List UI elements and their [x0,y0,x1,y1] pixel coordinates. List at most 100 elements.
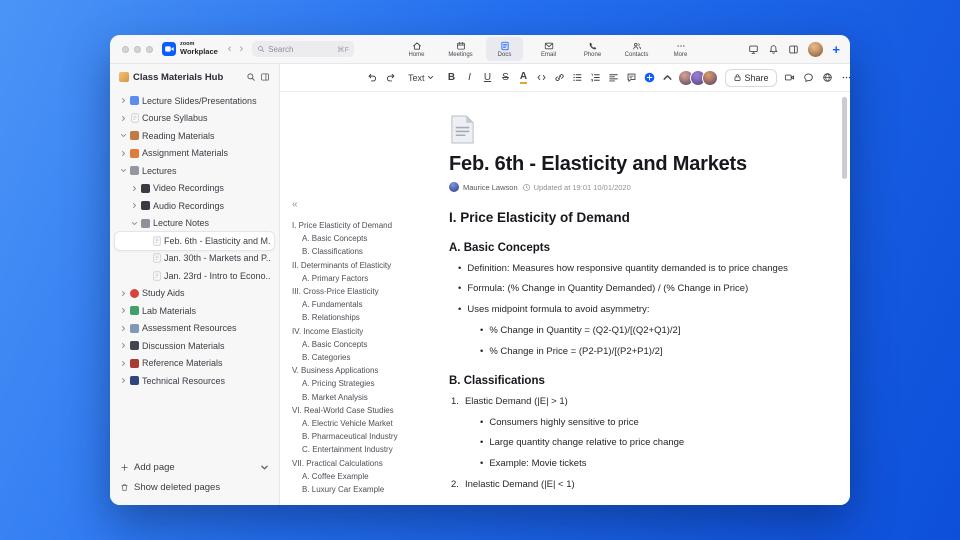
outline-item[interactable]: II. Determinants of Elasticity [292,259,444,272]
chevron-right-icon[interactable] [119,290,127,297]
doc-bullet[interactable]: • Example: Movie tickets [449,458,829,470]
video-icon[interactable] [784,72,795,83]
sidebar-item-reading-materials[interactable]: Reading Materials [115,127,274,145]
outline-item[interactable]: A. Electric Vehicle Market [292,417,444,430]
show-deleted-pages-button[interactable]: Show deleted pages [120,482,269,493]
bold-button[interactable]: B [444,69,460,86]
sidebar-panel-toggle-icon[interactable] [260,72,270,82]
add-page-button[interactable]: Add page [120,462,269,473]
bulleted-list-icon[interactable] [570,69,586,86]
share-button[interactable]: Share [724,68,777,87]
outline-item[interactable]: A. Basic Concepts [292,232,444,245]
outline-item[interactable]: A. Pricing Strategies [292,377,444,390]
insert-button[interactable] [642,69,658,86]
tab-contacts[interactable]: Contacts [618,37,655,61]
collapse-button[interactable] [660,69,676,86]
chevron-down-icon[interactable] [130,220,138,227]
outline-item[interactable]: III. Cross-Price Elasticity [292,285,444,298]
sidebar-item-assignment-materials[interactable]: Assignment Materials [115,145,274,163]
undo-button[interactable] [364,69,380,86]
chevron-right-icon[interactable] [119,115,127,122]
outline-item[interactable]: B. Luxury Car Example [292,483,444,496]
outline-item[interactable]: C. Entertainment Industry [292,443,444,456]
sidebar-item-feb-6th-elasticity-and-m[interactable]: Feb. 6th - Elasticity and M... [115,232,274,250]
chevron-right-icon[interactable] [119,307,127,314]
tab-meetings[interactable]: Meetings [442,37,479,61]
outline-item[interactable]: I. Price Elasticity of Demand [292,219,444,232]
sidebar-item-lecture-notes[interactable]: Lecture Notes [115,215,274,233]
chevron-right-icon[interactable] [119,377,127,384]
outline-item[interactable]: VII. Practical Calculations [292,457,444,470]
chevron-right-icon[interactable] [119,150,127,157]
chevron-right-icon[interactable] [130,202,138,209]
sidebar-item-audio-recordings[interactable]: Audio Recordings [115,197,274,215]
align-button[interactable] [606,69,622,86]
sidebar-item-jan-30th-markets-and-p[interactable]: Jan. 30th - Markets and P... [115,250,274,268]
outline-item[interactable]: A. Primary Factors [292,272,444,285]
doc-heading[interactable]: B. Classifications [449,375,829,387]
outline-item[interactable]: B. Categories [292,351,444,364]
sidebar-item-reference-materials[interactable]: Reference Materials [115,355,274,373]
chevron-right-icon[interactable] [119,325,127,332]
globe-icon[interactable] [822,72,833,83]
doc-numbered-item[interactable]: 1. Elastic Demand (|E| > 1) [449,396,829,408]
sidebar-item-lab-materials[interactable]: Lab Materials [115,302,274,320]
sidebar-item-technical-resources[interactable]: Technical Resources [115,372,274,390]
comment-button[interactable] [624,69,640,86]
window-zoom-button[interactable] [146,45,153,53]
vertical-scrollbar[interactable] [842,97,847,179]
document-page-icon[interactable] [449,114,476,145]
strikethrough-button[interactable]: S [498,69,514,86]
outline-item[interactable]: B. Relationships [292,311,444,324]
outline-item[interactable]: IV. Income Elasticity [292,325,444,338]
chevron-down-icon[interactable] [119,167,127,174]
underline-button[interactable]: U [480,69,496,86]
global-search-input[interactable]: Search ⌘F [252,41,355,57]
new-button[interactable]: + [832,43,840,56]
outline-item[interactable]: B. Pharmaceutical Industry [292,430,444,443]
chevron-right-icon[interactable] [119,97,127,104]
outline-item[interactable]: A. Basic Concepts [292,338,444,351]
text-color-button[interactable]: A [516,69,532,86]
panel-icon[interactable] [788,44,799,55]
chat-icon[interactable] [803,72,814,83]
chevron-right-icon[interactable] [119,342,127,349]
chevron-down-icon[interactable] [119,132,127,139]
outline-item[interactable]: B. Classifications [292,245,444,258]
outline-collapse-button[interactable]: « [292,200,444,210]
doc-bullet[interactable]: • Large quantity change relative to price… [449,437,829,449]
doc-bullet[interactable]: • Definition: Measures how responsive qua… [449,263,829,275]
outline-item[interactable]: A. Coffee Example [292,470,444,483]
sidebar-search-icon[interactable] [246,72,256,82]
sidebar-item-lectures[interactable]: Lectures [115,162,274,180]
sidebar-item-course-syllabus[interactable]: Course Syllabus [115,110,274,128]
user-avatar[interactable] [808,41,824,57]
doc-bullet[interactable]: • Uses midpoint formula to avoid asymmetr… [449,304,829,316]
tab-phone[interactable]: Phone [574,37,611,61]
bell-icon[interactable] [768,44,779,55]
tab-email[interactable]: Email [530,37,567,61]
link-button[interactable] [552,69,568,86]
text-style-button[interactable]: Text [403,69,439,86]
window-close-button[interactable] [122,45,129,53]
doc-numbered-item[interactable]: 2. Inelastic Demand (|E| < 1) [449,479,829,491]
doc-heading[interactable]: A. Basic Concepts [449,242,829,254]
redo-button[interactable] [382,69,398,86]
doc-heading[interactable]: I. Price Elasticity of Demand [449,210,829,225]
doc-bullet[interactable]: •% Change in Price = (P2-P1)/[(P2+P1)/2] [449,346,829,358]
sidebar-item-assessment-resources[interactable]: Assessment Resources [115,320,274,338]
doc-bullet[interactable]: • Consumers highly sensitive to price [449,417,829,429]
chevron-down-icon[interactable] [260,463,269,472]
chevron-right-icon[interactable] [119,360,127,367]
outline-item[interactable]: A. Fundamentals [292,298,444,311]
more-icon[interactable] [841,72,850,83]
sidebar-item-jan-23rd-intro-to-econo[interactable]: Jan. 23rd - Intro to Econo... [115,267,274,285]
outline-item[interactable]: B. Market Analysis [292,391,444,404]
screen-share-icon[interactable] [748,44,759,55]
doc-bullet[interactable]: •% Change in Quantity = (Q2-Q1)/[(Q2+Q1)… [449,325,829,337]
tab-docs[interactable]: Docs [486,37,523,61]
italic-button[interactable]: I [462,69,478,86]
outline-item[interactable]: V. Business Applications [292,364,444,377]
nav-forward-button[interactable]: › [239,43,243,55]
sidebar-item-lecture-slides-presentations[interactable]: Lecture Slides/Presentations [115,92,274,110]
